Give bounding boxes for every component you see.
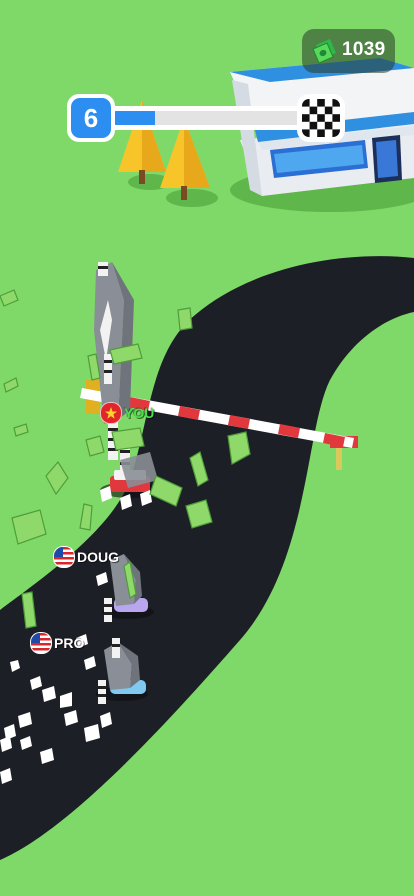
cash-amount: 1039: [342, 39, 386, 60]
racer-name: DOUG: [77, 549, 119, 565]
level-progress-fill: [113, 111, 155, 125]
racer-tag-pro: PRO: [30, 632, 84, 654]
level-progress-track: [111, 106, 307, 130]
racer-tag-you: YOU: [100, 402, 154, 424]
level-number: 6: [83, 103, 99, 133]
usa-flag-icon: [53, 546, 75, 568]
cash-counter: 1039: [302, 29, 395, 73]
racer-name: PRO: [54, 635, 85, 651]
usa-flag-icon: [30, 632, 52, 654]
money-stack-icon: [312, 39, 336, 64]
level-progress: 6: [67, 94, 347, 142]
racer-name: YOU: [124, 405, 155, 421]
checkered-flag-icon: [302, 99, 340, 137]
level-badge: 6: [67, 94, 115, 142]
racer-tag-doug: DOUG: [53, 546, 119, 568]
finish-badge: [297, 94, 345, 142]
vietnam-flag-icon: [100, 402, 122, 424]
